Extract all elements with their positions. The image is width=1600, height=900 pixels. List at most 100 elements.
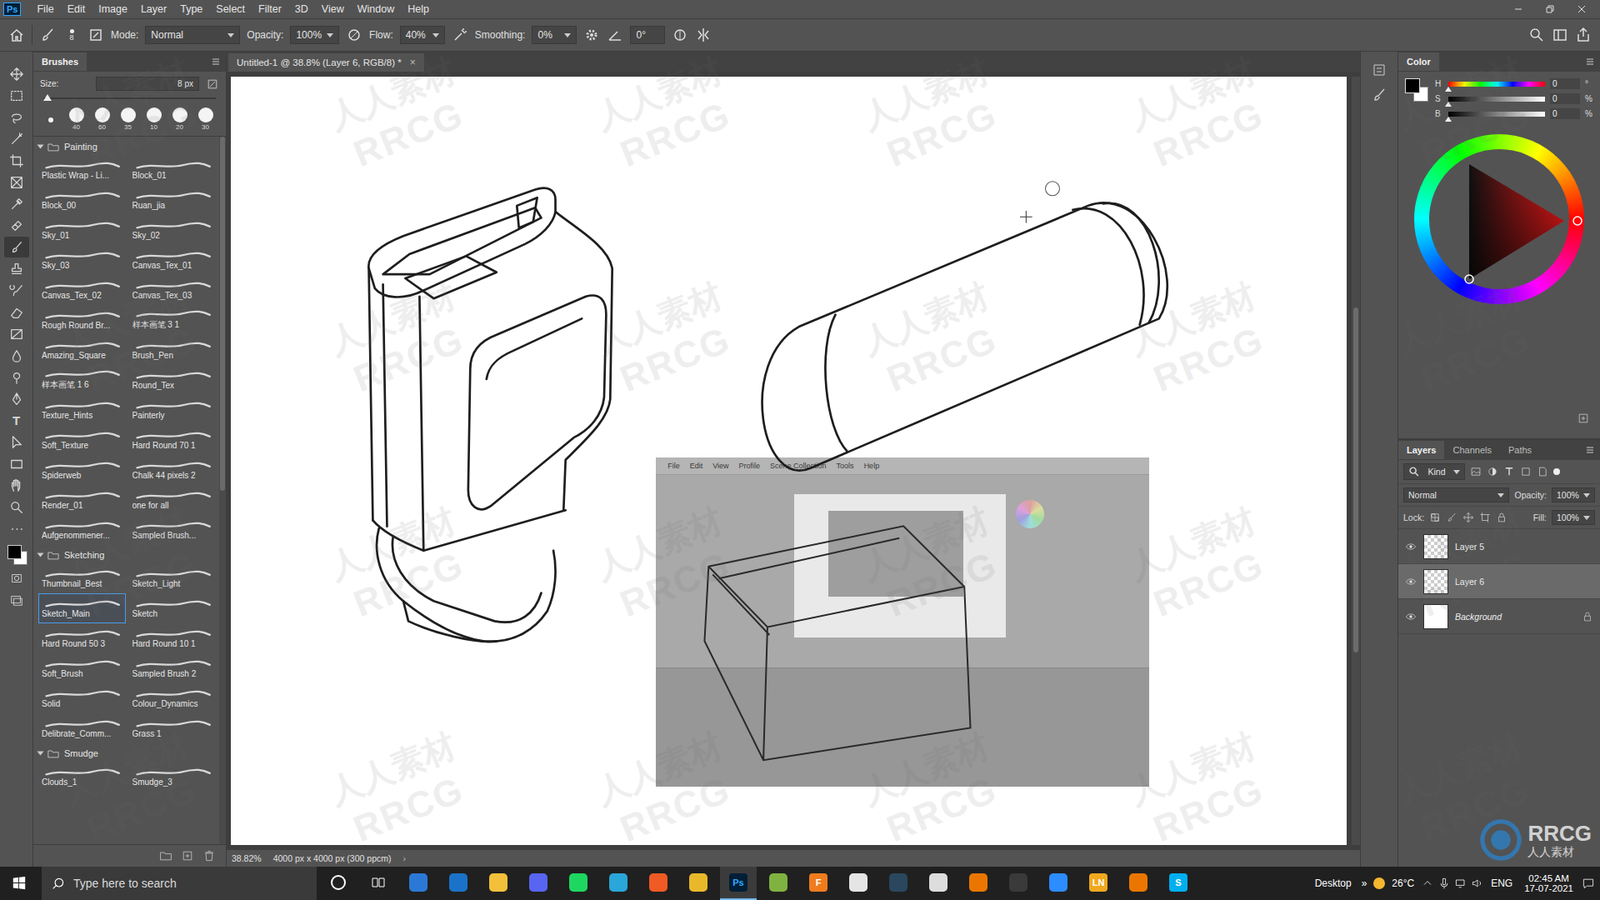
notifications-icon[interactable]: [1581, 876, 1595, 890]
volume-icon[interactable]: [1470, 876, 1485, 890]
menu-item[interactable]: Type: [174, 1, 209, 17]
eye-icon[interactable]: [1405, 575, 1417, 588]
taskbar-app[interactable]: [840, 866, 877, 900]
brush-item[interactable]: Colour_Dynamics: [129, 683, 217, 714]
brush-item[interactable]: Render_01: [38, 485, 126, 515]
brush-item[interactable]: Hard Round 50 3: [38, 623, 126, 654]
channel-value[interactable]: 0: [1550, 108, 1580, 120]
panel-tab[interactable]: Layers: [1398, 440, 1445, 460]
slider-track[interactable]: [1448, 96, 1545, 102]
brush-item[interactable]: Sky_01: [38, 215, 126, 245]
brush-item[interactable]: Sky_03: [38, 245, 126, 275]
tool-button[interactable]: [4, 63, 30, 85]
brush-preset[interactable]: 35: [117, 107, 139, 131]
brush-item[interactable]: Sampled Brush...: [129, 515, 217, 545]
taskbar-app[interactable]: [440, 866, 477, 900]
taskbar-app[interactable]: [1040, 866, 1077, 900]
tool-button[interactable]: [4, 388, 30, 410]
share-icon[interactable]: [1575, 26, 1592, 44]
pressure-opacity-icon[interactable]: [345, 26, 363, 44]
weather-temperature[interactable]: 26°C: [1388, 877, 1418, 890]
adjustment-filter-icon[interactable]: [1486, 465, 1499, 478]
lock-all-icon[interactable]: [1495, 511, 1508, 524]
tool-button[interactable]: [4, 215, 30, 236]
tool-button[interactable]: [4, 301, 30, 323]
close-tab-button[interactable]: ×: [410, 56, 416, 69]
workspace-icon[interactable]: [1551, 26, 1569, 44]
panel-tab[interactable]: Channels: [1444, 440, 1500, 460]
brush-preset[interactable]: 30: [195, 107, 216, 131]
add-icon[interactable]: [1576, 411, 1590, 425]
scrollbar[interactable]: [219, 136, 226, 845]
channel-value[interactable]: 0: [1550, 93, 1580, 105]
app-logo[interactable]: Ps: [3, 2, 21, 16]
brush-preset[interactable]: 10: [143, 107, 165, 131]
taskbar-app[interactable]: [640, 866, 677, 900]
brush-item[interactable]: Canvas_Tex_03: [129, 275, 217, 305]
brush-item[interactable]: Block_00: [38, 185, 126, 215]
opacity-field[interactable]: 100%: [1551, 487, 1595, 503]
brush-settings-icon[interactable]: [87, 26, 105, 44]
taskbar-app[interactable]: LN: [1080, 866, 1117, 900]
new-group-icon[interactable]: [159, 849, 173, 863]
layer-row[interactable]: Layer 6: [1398, 564, 1600, 600]
filter-select[interactable]: Kind: [1403, 463, 1465, 480]
brush-item[interactable]: Aufgenommener...: [38, 515, 126, 545]
menu-item[interactable]: View: [315, 1, 350, 17]
brush-item[interactable]: Spiderweb: [38, 455, 126, 485]
restore-icon[interactable]: [1545, 4, 1555, 15]
home-icon[interactable]: [8, 26, 25, 44]
menu-item[interactable]: 3D: [289, 1, 315, 17]
blend-mode-select[interactable]: Normal: [1403, 487, 1510, 503]
search-icon[interactable]: [1528, 26, 1545, 44]
brush-item[interactable]: Hard Round 10 1: [129, 623, 217, 654]
panel-tab[interactable]: Paths: [1500, 440, 1540, 460]
minimize-icon[interactable]: [1513, 4, 1524, 15]
color-swatches[interactable]: [1405, 78, 1429, 102]
panel-menu-icon[interactable]: [1585, 445, 1595, 455]
chevron-icon[interactable]: [37, 751, 45, 756]
quick-mask-button[interactable]: [4, 567, 30, 589]
gear-icon[interactable]: [583, 26, 600, 44]
brush-item[interactable]: Amazing_Square: [38, 335, 126, 365]
tool-button[interactable]: [4, 431, 30, 453]
taskbar-app[interactable]: [960, 866, 997, 900]
tool-button[interactable]: [4, 171, 30, 193]
tool-button[interactable]: [4, 453, 30, 475]
brush-group[interactable]: Smudge: [38, 745, 216, 762]
tool-button[interactable]: [4, 85, 30, 106]
tool-button[interactable]: [4, 193, 30, 215]
saturation-triangle[interactable]: [1414, 134, 1585, 305]
tool-button[interactable]: [4, 106, 30, 128]
chevron-icon[interactable]: [37, 145, 45, 150]
fill-field[interactable]: 100%: [1551, 510, 1595, 525]
menu-item[interactable]: Layer: [135, 1, 173, 17]
status-menu-button[interactable]: ›: [402, 853, 406, 864]
lock-transparency-icon[interactable]: [1429, 511, 1441, 524]
menu-item[interactable]: Edit: [61, 1, 92, 17]
taskbar-app[interactable]: Ps: [720, 866, 757, 900]
smart-object-filter-icon[interactable]: [1536, 465, 1549, 478]
eye-icon[interactable]: [1405, 540, 1417, 553]
brush-item[interactable]: Sampled Brush 2: [129, 653, 217, 684]
reference-screenshot[interactable]: FileEditViewProfileScene CollectionTools…: [655, 457, 1150, 787]
brush-item[interactable]: Smudge_3: [129, 761, 217, 792]
color-swatches[interactable]: [4, 543, 30, 567]
tool-button[interactable]: [4, 366, 30, 388]
flow-field[interactable]: 40%: [400, 25, 445, 45]
brush-item[interactable]: Sketch: [129, 593, 217, 624]
slider-track[interactable]: [1448, 81, 1545, 87]
brush-preset[interactable]: 40: [65, 107, 87, 131]
brush-item[interactable]: 样本画笔 1 6: [38, 365, 126, 395]
color-tab[interactable]: Color: [1398, 52, 1440, 71]
brush-item[interactable]: 样本画笔 3 1: [129, 305, 217, 335]
mode-select[interactable]: Normal: [145, 25, 240, 45]
shape-filter-icon[interactable]: [1520, 465, 1532, 478]
history-panel-icon[interactable]: [1370, 61, 1388, 79]
brushes-tab[interactable]: Brushes: [33, 52, 87, 71]
taskbar-app[interactable]: [400, 866, 437, 900]
image-filter-icon[interactable]: [1470, 465, 1482, 478]
tool-button[interactable]: [4, 345, 30, 366]
tool-button[interactable]: [4, 323, 30, 345]
brush-item[interactable]: Chalk 44 pixels 2: [129, 455, 217, 485]
